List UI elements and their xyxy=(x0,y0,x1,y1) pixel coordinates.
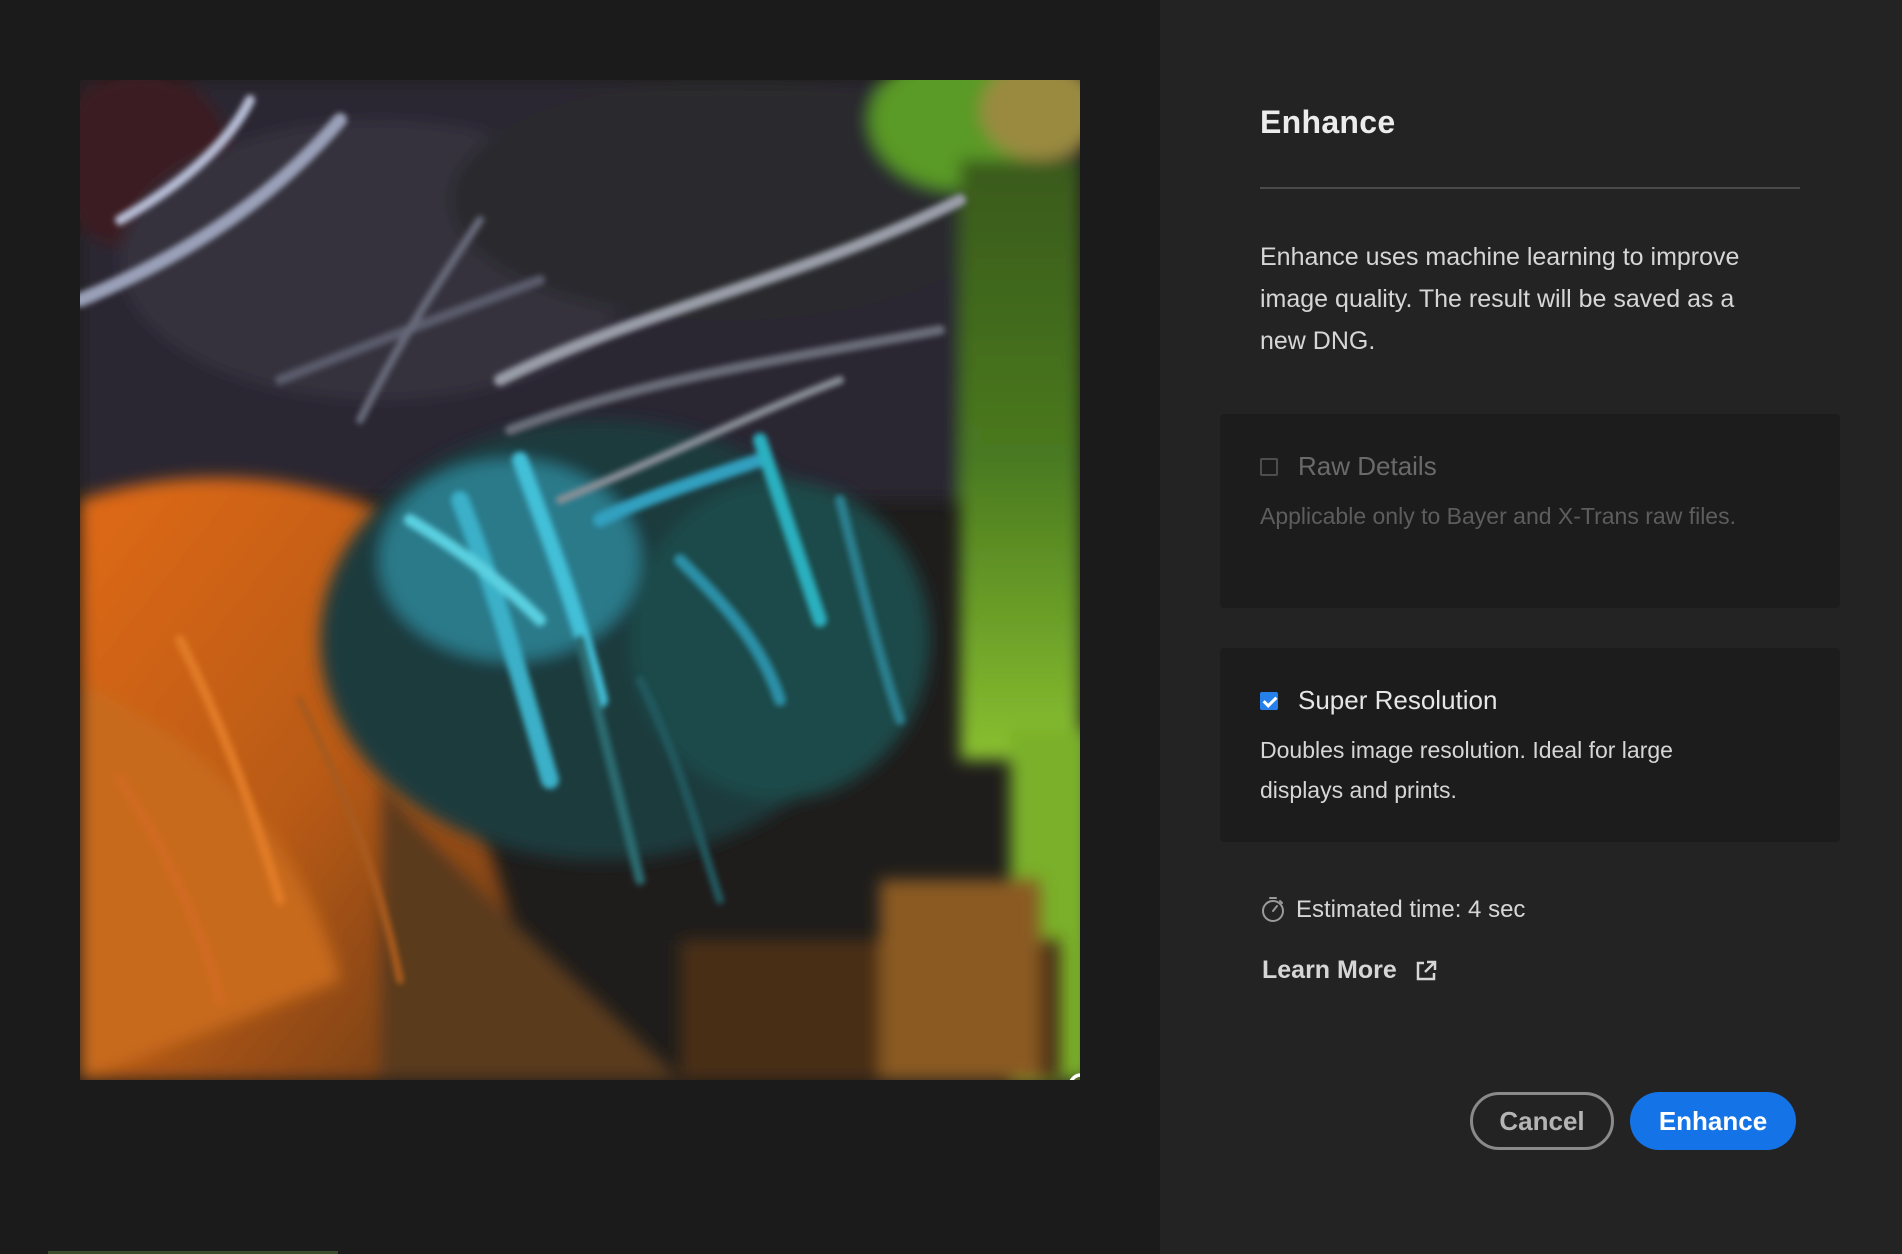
settings-panel: Enhance Enhance uses machine learning to… xyxy=(1160,0,1902,1254)
super-resolution-option: Super Resolution Doubles image resolutio… xyxy=(1220,648,1840,842)
super-resolution-label[interactable]: Super Resolution xyxy=(1298,685,1497,716)
preview-image[interactable] xyxy=(80,80,1080,1080)
learn-more-label: Learn More xyxy=(1262,956,1397,984)
estimated-time-text: Estimated time: 4 sec xyxy=(1296,896,1526,923)
raw-details-row: Raw Details xyxy=(1260,451,1437,482)
raw-details-option: Raw Details Applicable only to Bayer and… xyxy=(1220,414,1840,608)
raw-details-label: Raw Details xyxy=(1298,451,1437,481)
external-link-icon xyxy=(1415,960,1437,982)
learn-more-link[interactable]: Learn More xyxy=(1262,956,1437,985)
raw-details-description: Applicable only to Bayer and X-Trans raw… xyxy=(1260,503,1736,529)
dialog-title: Enhance xyxy=(1260,104,1396,140)
timer-icon xyxy=(1260,896,1286,924)
dialog-description: Enhance uses machine learning to improve… xyxy=(1260,243,1740,355)
zoom-out-icon xyxy=(1069,1073,1080,1080)
cancel-button[interactable]: Cancel xyxy=(1470,1092,1614,1150)
super-resolution-row: Super Resolution xyxy=(1260,685,1497,716)
super-resolution-description: Doubles image resolution. Ideal for larg… xyxy=(1260,737,1673,803)
raw-details-checkbox[interactable] xyxy=(1260,457,1278,476)
preview-pane xyxy=(0,0,1160,1254)
super-resolution-checkbox[interactable] xyxy=(1260,691,1278,710)
enhance-dialog: Enhance Enhance uses machine learning to… xyxy=(0,0,1902,1254)
zoom-out-button[interactable] xyxy=(1065,1070,1080,1080)
enhance-button[interactable]: Enhance xyxy=(1630,1092,1796,1150)
title-divider xyxy=(1260,187,1800,189)
estimated-time: Estimated time: 4 sec xyxy=(1260,896,1525,924)
bird-plumage-image xyxy=(80,80,1080,1080)
